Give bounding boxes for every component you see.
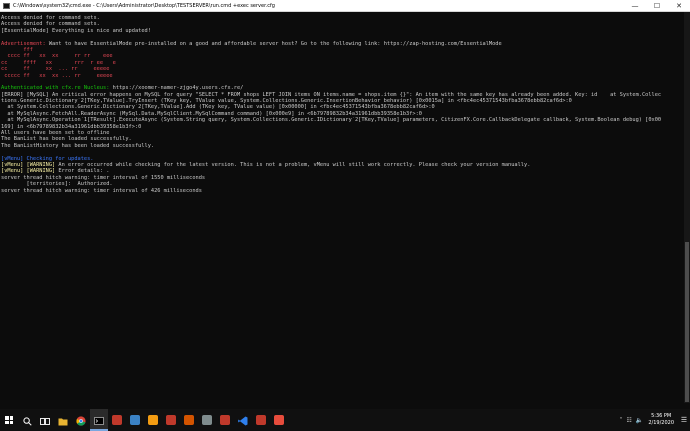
task-view-button[interactable] bbox=[36, 409, 54, 431]
console-text: cc ffff xx rrr r ee e bbox=[1, 59, 116, 66]
taskbar-app-gray[interactable] bbox=[198, 409, 216, 431]
console-text: [vMenu] [WARNING] bbox=[1, 161, 56, 168]
app-red-icon bbox=[184, 415, 194, 425]
task-view-icon bbox=[40, 411, 50, 430]
console-text: Error details: . bbox=[55, 168, 110, 175]
console-text: server thread hitch warning: timer inter… bbox=[1, 187, 202, 194]
console-text: cc ff xx ... rr eeeee bbox=[1, 66, 110, 73]
console-text: An error occurred while checking for the… bbox=[55, 161, 531, 168]
console-text: at MySqlAsync.Operation`1[TResult].Execu… bbox=[1, 117, 662, 124]
console-text: [vMenu] [WARNING] bbox=[1, 168, 56, 175]
console-text: Advertisement: bbox=[1, 40, 49, 47]
app-gray-icon bbox=[202, 415, 212, 425]
windows-logo-icon bbox=[5, 416, 13, 424]
console-scrollbar[interactable] bbox=[684, 12, 690, 403]
console-text: at MySqlAsync.FetchAll.ReaderAsync (MySq… bbox=[1, 110, 422, 117]
search-icon bbox=[22, 411, 32, 430]
window-title: C:\Windows\system32\cmd.exe - C:\Users\A… bbox=[13, 2, 275, 9]
console-text: Access denied for command sets. bbox=[1, 21, 100, 28]
fivem-icon bbox=[148, 415, 158, 425]
taskbar-app-cmd[interactable] bbox=[90, 409, 108, 431]
taskbar-app-server-red[interactable] bbox=[108, 409, 126, 431]
start-button[interactable] bbox=[0, 409, 18, 431]
app-red-icon bbox=[220, 415, 230, 425]
console-text: Want to have EssentialMode pre-installed… bbox=[48, 40, 502, 47]
console-text: fff bbox=[1, 46, 33, 53]
console-text: Authenticated with cfx.re Nucleus: bbox=[1, 85, 113, 92]
console-text: Access denied for command sets. bbox=[1, 15, 100, 21]
console-text: [EssentialMode] Everything is nice and u… bbox=[1, 27, 151, 34]
console-line: server thread hitch warning: timer inter… bbox=[1, 188, 684, 194]
console-text: All users have been set to offline bbox=[1, 130, 110, 137]
network-icon[interactable]: ☷ bbox=[626, 417, 631, 424]
taskbar: ˄ ☷ 🔈 5:36 PM 2/19/2020 ☰ bbox=[0, 409, 690, 431]
taskbar-app-vscode[interactable] bbox=[234, 409, 252, 431]
console-output[interactable]: Access denied for command sets. Access de… bbox=[0, 12, 684, 403]
window-titlebar[interactable]: C:\Windows\system32\cmd.exe - C:\Users\A… bbox=[0, 0, 690, 12]
search-button[interactable] bbox=[18, 409, 36, 431]
vscode-icon bbox=[238, 411, 248, 430]
app-red-icon bbox=[166, 415, 176, 425]
folder-icon bbox=[58, 411, 68, 430]
clock[interactable]: 5:36 PM 2/19/2020 bbox=[648, 413, 674, 427]
scrollbar-thumb[interactable] bbox=[685, 242, 689, 402]
taskbar-app-red-5[interactable] bbox=[252, 409, 270, 431]
taskbar-app-chrome[interactable] bbox=[72, 409, 90, 431]
console-text: [ERROR] [MySQL] An critical error happen… bbox=[1, 91, 662, 98]
console-text: at System.Collections.Generic.Dictionary… bbox=[1, 104, 435, 111]
app-red-icon bbox=[256, 415, 266, 425]
taskbar-app-red-2[interactable] bbox=[162, 409, 180, 431]
action-center-icon[interactable]: ☰ bbox=[678, 409, 690, 431]
console-text: tions.Generic.Dictionary`2[TKey,TValue].… bbox=[1, 98, 572, 105]
chrome-icon bbox=[76, 411, 86, 430]
console-text: 169] in <6b79789832b34a31961dbb39358e1b3… bbox=[1, 123, 142, 130]
taskbar-app-fivem[interactable] bbox=[144, 409, 162, 431]
console-text: The BanList has been loaded successfully… bbox=[1, 136, 132, 143]
console-text: server thread hitch warning: timer inter… bbox=[1, 174, 206, 181]
taskbar-app-red-6[interactable] bbox=[270, 409, 288, 431]
taskbar-app-red-4[interactable] bbox=[216, 409, 234, 431]
console-text: ccccc ff xx xx ... rr eeeee bbox=[1, 72, 113, 79]
app-red-icon bbox=[112, 415, 122, 425]
close-button[interactable]: ✕ bbox=[668, 0, 690, 11]
console-text: The BanListHistory has been loaded succe… bbox=[1, 142, 155, 149]
console-text: [territories]: Authorized. bbox=[1, 181, 113, 188]
cmd-icon bbox=[3, 2, 10, 9]
show-hidden-icons-icon[interactable]: ˄ bbox=[619, 417, 622, 424]
volume-icon[interactable]: 🔈 bbox=[636, 417, 643, 424]
taskbar-app-file-explorer[interactable] bbox=[54, 409, 72, 431]
photos-icon bbox=[130, 415, 140, 425]
console-text: [vMenu] Checking for updates. bbox=[1, 155, 94, 162]
minimize-button[interactable]: — bbox=[624, 0, 646, 11]
maximize-button[interactable]: ☐ bbox=[646, 0, 668, 11]
taskbar-app-red-3[interactable] bbox=[180, 409, 198, 431]
taskbar-app-photos[interactable] bbox=[126, 409, 144, 431]
system-tray: ˄ ☷ 🔈 5:36 PM 2/19/2020 ☰ bbox=[617, 409, 690, 431]
console-text: cccc ff xx xx rr rr eee bbox=[1, 53, 113, 60]
clock-time: 5:36 PM bbox=[651, 413, 672, 419]
app-red-icon bbox=[274, 415, 284, 425]
terminal-icon bbox=[94, 410, 104, 429]
clock-date: 2/19/2020 bbox=[648, 420, 674, 426]
console-text: https://xoomer-namer-zjgo4y.users.cfx.re… bbox=[112, 85, 244, 92]
